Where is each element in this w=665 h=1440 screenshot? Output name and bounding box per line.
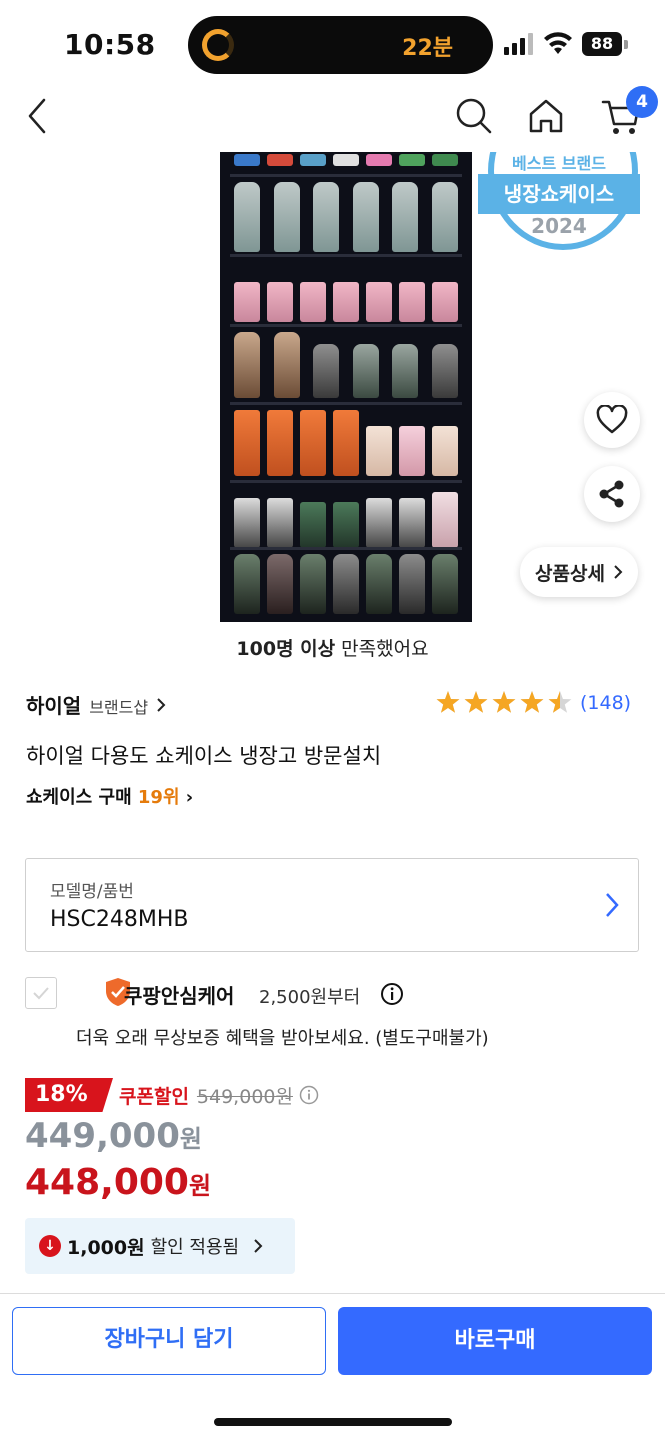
rating-stars-icon — [436, 691, 572, 713]
check-icon — [33, 987, 49, 1000]
final-price-unit: 원 — [188, 1172, 212, 1200]
model-label: 모델명/품번 — [50, 882, 134, 902]
star-filled — [520, 691, 544, 713]
satisfaction-label: 만족했어요 — [335, 638, 429, 660]
award-ribbon: 냉장쇼케이스 — [478, 174, 640, 214]
info-icon[interactable] — [299, 1085, 319, 1105]
wishlist-button[interactable] — [584, 392, 640, 448]
add-to-cart-button[interactable]: 장바구니 담기 — [12, 1307, 326, 1375]
model-value: HSC248MHB — [50, 907, 189, 932]
care-checkbox[interactable] — [25, 977, 57, 1009]
brand-row[interactable]: 하이얼 브랜드샵 — [26, 690, 166, 719]
applied-amount: 1,000원 — [67, 1236, 145, 1259]
applied-text: 할인 적용됨 — [150, 1237, 240, 1258]
battery-tip — [624, 40, 628, 49]
coupon-discount-label: 쿠폰할인 — [119, 1085, 189, 1108]
discount-row: 18% 쿠폰할인 549,000원 — [25, 1078, 319, 1112]
chevron-right-icon — [157, 698, 166, 712]
status-time: 10:58 — [64, 28, 156, 61]
dynamic-island[interactable]: 22분 — [188, 16, 493, 74]
wifi-icon — [544, 32, 572, 54]
sale-price: 449,000원 — [25, 1116, 202, 1156]
down-arrow-icon: ↓ — [39, 1235, 61, 1257]
chevron-right-icon — [254, 1239, 263, 1253]
home-icon[interactable] — [526, 96, 566, 136]
buy-now-button[interactable]: 바로구매 — [338, 1307, 652, 1375]
star-filled — [436, 691, 460, 713]
award-badge: 베스트 브랜드 냉장쇼케이스 2024 — [478, 152, 640, 252]
rank-link[interactable]: 쇼케이스 구매 19위 › — [26, 783, 193, 809]
activity-text: 22분 — [402, 36, 453, 61]
heart-icon — [596, 405, 628, 434]
battery-icon: 88 — [582, 32, 622, 56]
product-detail-button[interactable]: 상품상세 — [520, 547, 638, 597]
brand-shop-link[interactable]: 브랜드샵 — [89, 694, 148, 718]
shelf-black — [234, 492, 458, 548]
final-price-value: 448,000 — [25, 1162, 189, 1203]
back-icon[interactable] — [22, 96, 52, 136]
cart-count-badge: 4 — [626, 86, 658, 118]
shelf-bottom — [234, 554, 458, 614]
care-title: 쿠팡안심케어 — [124, 984, 235, 1008]
rank-value: 19위 — [137, 787, 180, 808]
rank-chevron: › — [185, 787, 194, 808]
award-top-text: 베스트 브랜드 — [512, 154, 606, 173]
star-filled — [464, 691, 488, 713]
cellular-signal-icon — [504, 33, 536, 55]
care-price: 2,500원부터 — [259, 987, 361, 1008]
chevron-right-icon — [606, 893, 619, 917]
shelf-top — [234, 154, 458, 166]
product-image[interactable] — [220, 152, 472, 622]
satisfaction-text: 100명 이상 만족했어요 — [0, 634, 665, 661]
discount-percent-badge: 18% — [25, 1078, 113, 1112]
satisfaction-count: 100명 이상 — [236, 638, 336, 660]
award-year: 2024 — [531, 214, 587, 238]
brand-name: 하이얼 — [26, 694, 82, 718]
care-description: 더욱 오래 무상보증 혜택을 받아보세요. (별도구매불가) — [76, 1028, 489, 1049]
bottom-divider — [0, 1293, 665, 1294]
shelf-coffee — [234, 332, 458, 398]
shelf-water — [234, 182, 458, 252]
search-icon[interactable] — [454, 96, 494, 136]
rank-label: 쇼케이스 구매 — [26, 787, 138, 808]
product-title: 하이얼 다용도 쇼케이스 냉장고 방문설치 — [26, 744, 382, 768]
model-selector[interactable]: 모델명/품번 HSC248MHB — [25, 858, 639, 952]
home-indicator[interactable] — [214, 1418, 452, 1426]
shelf-cans — [234, 282, 458, 322]
share-icon — [599, 480, 624, 508]
info-icon[interactable] — [380, 982, 404, 1006]
status-bar: 10:58 22분 88 — [0, 0, 665, 90]
share-button[interactable] — [584, 466, 640, 522]
sale-price-value: 449,000 — [25, 1116, 180, 1156]
coupon-applied-button[interactable]: ↓ 1,000원 할인 적용됨 — [25, 1218, 295, 1274]
sale-price-unit: 원 — [179, 1125, 202, 1153]
rating[interactable]: (148) — [436, 690, 631, 716]
review-count[interactable]: (148) — [580, 692, 631, 714]
original-price: 549,000원 — [196, 1085, 293, 1108]
product-detail-label: 상품상세 — [535, 562, 605, 585]
shelf-orange — [234, 410, 458, 476]
activity-ring-icon — [202, 29, 234, 61]
star-filled — [492, 691, 516, 713]
final-price: 448,000원 — [25, 1162, 211, 1203]
chevron-right-icon — [614, 565, 623, 579]
care-option[interactable]: 쿠팡안심케어 2,500원부터 — [25, 975, 639, 1015]
